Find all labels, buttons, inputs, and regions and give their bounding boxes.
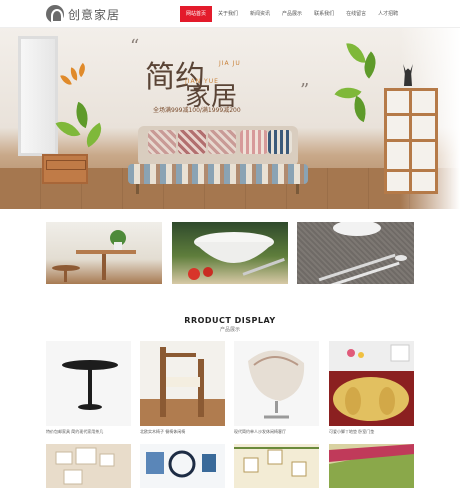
sofa-image xyxy=(128,124,308,196)
products-heading: RRODUCT DISPLAY xyxy=(184,316,276,325)
quote-open: “ xyxy=(130,36,140,57)
product-grid-row-2 xyxy=(46,444,414,488)
leaf-icon xyxy=(70,101,94,129)
product-image-egg-chair[interactable] xyxy=(234,341,319,426)
nav-item-news[interactable]: 新闻资讯 xyxy=(244,6,276,22)
banner-sub-2: JIAN YUE xyxy=(185,78,219,85)
leaf-icon xyxy=(348,95,372,123)
nav-item-jobs[interactable]: 人才招聘 xyxy=(372,6,404,22)
product-image-chair[interactable] xyxy=(140,341,225,426)
product-caption: 特价包邮家具 简约现代家用茶几 xyxy=(46,429,104,434)
main-nav: 网站首页 关于我们 新闻资讯 产品展示 联系我们 在线留言 人才招聘 xyxy=(180,6,404,22)
product-caption: 现代简约单人沙发休闲椅客厅 xyxy=(234,429,286,434)
logo[interactable]: 创意家居 xyxy=(46,4,120,24)
product-caption: 北欧实木椅子 餐椅休闲椅 xyxy=(140,429,186,434)
product-card[interactable]: 北欧实木椅子 餐椅休闲椅 xyxy=(140,341,225,435)
leaf-icon xyxy=(69,67,79,81)
featured-image-dining[interactable] xyxy=(46,222,162,284)
product-card[interactable]: 现代简约单人沙发休闲椅客厅 xyxy=(234,341,319,435)
product-image-floor-mat[interactable] xyxy=(329,444,414,488)
product-image-frames[interactable] xyxy=(46,444,131,488)
logo-icon xyxy=(46,5,64,23)
leaf-icon xyxy=(346,40,366,66)
nav-item-home[interactable]: 网站首页 xyxy=(180,6,213,22)
featured-images xyxy=(46,222,414,284)
product-caption: 可爱小脚丫地垫 卧室门垫 xyxy=(329,429,375,434)
product-image-wall-decor[interactable] xyxy=(140,444,225,488)
window-image xyxy=(18,36,58,156)
product-image-rug[interactable] xyxy=(329,341,414,426)
product-card[interactable]: 特价包邮家具 简约现代家用茶几 xyxy=(46,341,131,435)
top-bar: 创意家居 网站首页 关于我们 新闻资讯 产品展示 联系我们 在线留言 人才招聘 xyxy=(0,0,460,28)
leaf-icon xyxy=(60,72,72,88)
product-image-table[interactable] xyxy=(46,341,131,426)
hero-banner[interactable]: “ ” 简约 家居 JIA JU JIAN YUE 全场满999减100/满19… xyxy=(0,28,460,209)
side-table-image xyxy=(42,154,88,184)
logo-text: 创意家居 xyxy=(68,7,121,22)
nav-item-about[interactable]: 关于我们 xyxy=(212,6,244,22)
product-grid: 特价包邮家具 简约现代家用茶几 北欧实木椅子 餐椅休闲椅 现代简约单人沙发休闲椅… xyxy=(46,341,414,441)
banner-sub-1: JIA JU xyxy=(219,60,241,67)
product-image-hanging-frames[interactable] xyxy=(234,444,319,488)
featured-image-tableware[interactable] xyxy=(172,222,288,284)
featured-image-cutlery[interactable] xyxy=(297,222,414,284)
nav-item-message[interactable]: 在线留言 xyxy=(340,6,372,22)
nav-item-products[interactable]: 产品展示 xyxy=(276,6,308,22)
product-card[interactable]: 可爱小脚丫地垫 卧室门垫 xyxy=(329,341,414,435)
banner-promo: 全场满999减100/满1999减200 xyxy=(153,107,241,114)
banner-headline: 简约 家居 JIA JU JIAN YUE xyxy=(145,48,305,112)
nav-item-contact[interactable]: 联系我们 xyxy=(308,6,340,22)
products-subheading: 产品展示 xyxy=(219,327,240,333)
cabinet-image xyxy=(384,88,438,194)
